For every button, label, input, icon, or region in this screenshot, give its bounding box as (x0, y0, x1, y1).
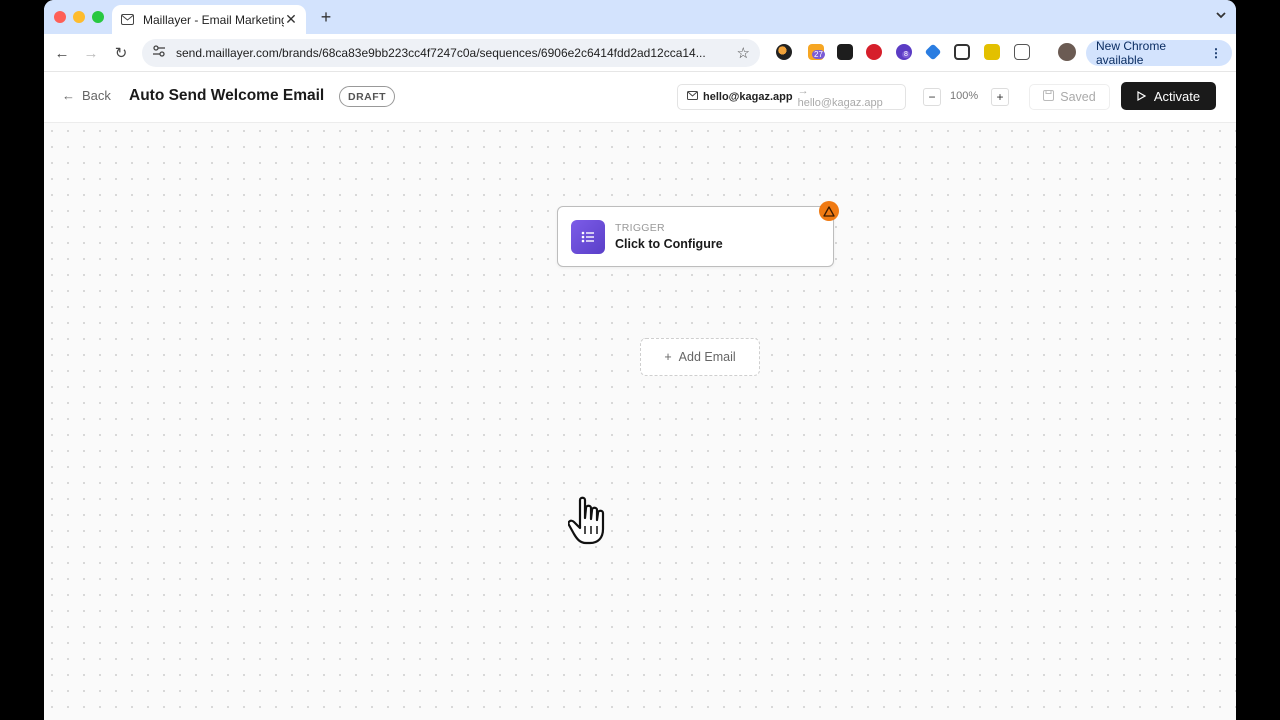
saved-button[interactable]: Saved (1029, 84, 1110, 110)
window-close-button[interactable] (54, 11, 66, 23)
tab-strip: Maillayer - Email Marketing P ✕ + (44, 0, 1236, 34)
profile-avatar[interactable] (1058, 43, 1076, 61)
shield-extension-icon[interactable]: 8 (896, 44, 912, 60)
sender-from: hello@kagaz.app (703, 91, 793, 103)
zoom-level: 100% (950, 90, 979, 102)
play-icon (1137, 89, 1147, 104)
browser-window: Maillayer - Email Marketing P ✕ + ← → ↻ … (44, 0, 1236, 720)
mail-icon (120, 13, 134, 27)
mail-icon (687, 91, 698, 103)
reload-icon[interactable]: ↻ (111, 43, 131, 63)
back-button[interactable]: ← Back (62, 88, 111, 103)
save-icon (1043, 90, 1055, 104)
sender-reply-to: → hello@kagaz.app (797, 85, 883, 109)
tab-search-chevron-icon[interactable] (1216, 8, 1226, 22)
qr-extension-icon[interactable] (954, 44, 970, 60)
more-options-icon[interactable]: ⋮ (1210, 46, 1222, 60)
status-badge: DRAFT (339, 86, 396, 107)
trigger-node[interactable]: TRIGGER Click to Configure (557, 201, 839, 267)
warning-icon (819, 201, 839, 221)
app-header: ← Back Auto Send Welcome Email DRAFT hel… (44, 72, 1236, 123)
list-icon (571, 220, 605, 254)
plus-icon: + (664, 350, 672, 364)
window-minimize-button[interactable] (73, 11, 85, 23)
back-label: Back (82, 88, 111, 103)
zoom-out-button[interactable]: − (923, 88, 941, 106)
forward-arrow-icon[interactable]: → (81, 43, 101, 63)
bookmark-star-icon[interactable]: ☆ (737, 44, 750, 62)
url-text: send.maillayer.com/brands/68ca83e9bb223c… (176, 46, 706, 60)
zoom-in-button[interactable]: + (991, 88, 1009, 106)
hand-cursor-icon (567, 496, 614, 551)
tag-extension-icon[interactable] (924, 43, 942, 61)
trigger-title: Click to Configure (615, 237, 723, 251)
browser-tab[interactable]: Maillayer - Email Marketing P ✕ (112, 5, 306, 34)
calendar-extension-icon[interactable]: 27 (808, 44, 825, 60)
extension-icon[interactable] (776, 44, 792, 60)
sequence-canvas[interactable]: TRIGGER Click to Configure + Add Email (44, 123, 1236, 720)
browser-toolbar: ← → ↻ send.maillayer.com/brands/68ca83e9… (44, 34, 1236, 72)
new-tab-button[interactable]: + (316, 7, 336, 28)
record-extension-icon[interactable] (866, 44, 882, 60)
trigger-label: TRIGGER (615, 222, 665, 234)
window-maximize-button[interactable] (92, 11, 104, 23)
puzzle-extensions-icon[interactable] (1014, 44, 1030, 60)
back-arrow-icon[interactable]: ← (52, 43, 72, 63)
back-arrow-icon: ← (62, 88, 75, 103)
add-email-button[interactable]: + Add Email (640, 338, 760, 376)
new-chrome-available-button[interactable]: New Chrome available ⋮ (1086, 39, 1232, 67)
address-bar[interactable]: send.maillayer.com/brands/68ca83e9bb223c… (142, 39, 760, 67)
site-settings-icon[interactable] (152, 44, 166, 62)
tab-close-icon[interactable]: ✕ (284, 11, 298, 28)
tab-title: Maillayer - Email Marketing P (143, 12, 284, 27)
notes-extension-icon[interactable] (984, 44, 1000, 60)
sender-selector[interactable]: hello@kagaz.app → hello@kagaz.app (677, 84, 906, 110)
activate-button[interactable]: Activate (1121, 82, 1216, 110)
terminal-extension-icon[interactable] (837, 44, 853, 60)
page-title: Auto Send Welcome Email (129, 87, 325, 104)
